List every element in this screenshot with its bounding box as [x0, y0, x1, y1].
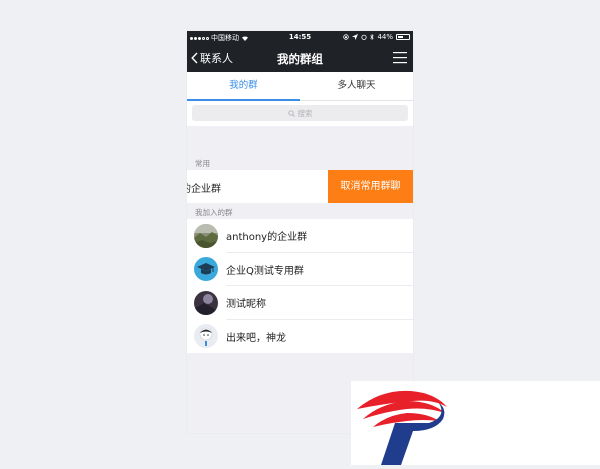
avatar [194, 290, 218, 315]
location-icon [352, 34, 359, 40]
battery-icon [396, 34, 410, 40]
lock-rotation-icon [343, 34, 350, 40]
avatar [194, 324, 218, 349]
group-name: 测试昵称 [226, 299, 266, 311]
group-name: 企业Q测试专用群 [226, 265, 304, 277]
navigation-bar: 联系人 我的群组 [187, 44, 413, 72]
list-item[interactable]: 出来吧，神龙 [187, 320, 413, 354]
alarm-icon [361, 34, 368, 40]
status-right: 44% [343, 33, 410, 41]
avatar [194, 257, 218, 282]
pinned-group-row[interactable]: 的企业群 取消常用群聊 [187, 170, 413, 203]
list-item[interactable]: 测试昵称 [187, 286, 413, 320]
menu-icon[interactable] [393, 51, 407, 64]
section-label-joined: 我加入的群 [195, 208, 233, 217]
tab-my-groups[interactable]: 我的群 [187, 72, 300, 101]
search-input[interactable]: 搜索 [192, 105, 408, 121]
cartoon-face-avatar-icon [194, 324, 218, 349]
photo-avatar-icon [194, 290, 218, 315]
graduation-cap-icon [194, 257, 218, 282]
battery-percent: 44% [377, 33, 393, 41]
bluetooth-icon [370, 34, 375, 40]
list-item[interactable]: anthony的企业群 [187, 219, 413, 253]
search-placeholder: 搜索 [297, 108, 313, 118]
group-name: anthony的企业群 [226, 232, 308, 244]
landscape-avatar-icon [194, 223, 218, 248]
tab-multi-chat[interactable]: 多人聊天 [300, 72, 413, 100]
segment-tabs: 我的群 多人聊天 [187, 72, 413, 101]
group-list: anthony的企业群 企业Q测试专用群 测试昵称 出来吧，神龙 [187, 219, 413, 353]
search-bar: 搜索 [187, 101, 413, 126]
avatar [194, 223, 218, 248]
status-bar: 中国移动 14:55 44% [187, 31, 413, 44]
unpin-group-button[interactable]: 取消常用群聊 [328, 170, 413, 203]
list-item[interactable]: 企业Q测试专用群 [187, 253, 413, 286]
phone-screen: 中国移动 14:55 44% 联系人 我的群组 我的群 多人聊天 搜索 常用 企… [187, 31, 413, 433]
brand-logo-icon [357, 390, 447, 465]
search-icon [287, 109, 295, 117]
brand-logo [351, 381, 600, 465]
group-name: 出来吧，神龙 [226, 332, 286, 344]
page-title: 我的群组 [277, 52, 323, 66]
pinned-group-name: 的企业群 [187, 184, 221, 195]
section-label-frequent: 常用 [195, 159, 210, 168]
